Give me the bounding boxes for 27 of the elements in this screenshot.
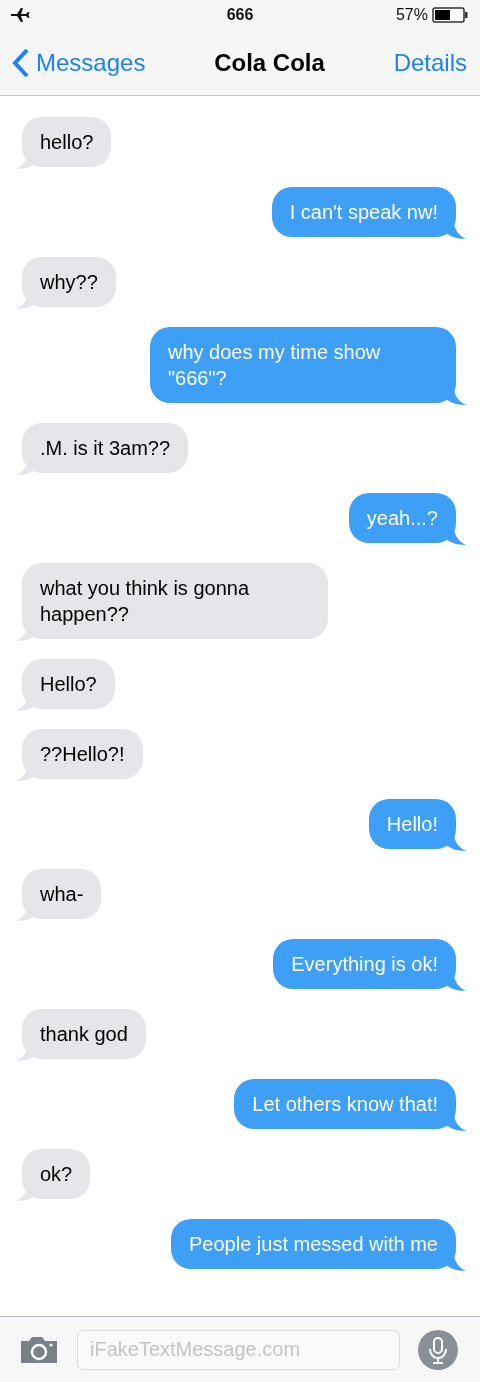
message-bubble: Everything is ok! (273, 939, 456, 989)
message-bubble: thank god (22, 1009, 146, 1059)
message-bubble: Hello! (368, 799, 456, 849)
message-bubble: what you think is gonna happen?? (22, 563, 328, 639)
message-bubble: ok? (22, 1149, 91, 1199)
camera-icon[interactable] (19, 1334, 59, 1365)
message-bubble: wha- (22, 869, 102, 919)
back-link[interactable]: Messages (12, 47, 146, 78)
back-label[interactable]: Messages (36, 48, 146, 77)
message-bubble: why does my time show "666"? (150, 327, 456, 403)
airplane-icon (10, 7, 30, 23)
details-link[interactable]: Details (393, 48, 467, 77)
message-bubble: People just messed with me (171, 1219, 456, 1269)
status-time: 666 (225, 6, 255, 24)
message-bubble: yeah...? (348, 493, 456, 543)
message-bubble: ??Hello?! (22, 729, 143, 779)
conversation-title: Cola Cola (214, 48, 325, 77)
message-bubble: Hello? (22, 659, 115, 709)
message-bubble: hello? (22, 117, 112, 167)
message-bubble: I can't speak nw! (271, 187, 456, 237)
chevron-left-icon (12, 47, 30, 78)
microphone-icon[interactable] (418, 1329, 458, 1370)
message-bubble: .M. is it 3am?? (22, 423, 189, 473)
battery-percent: 57% (395, 6, 428, 24)
message-bubble: why?? (22, 257, 116, 307)
message-bubble: Let others know that! (234, 1079, 456, 1129)
battery-icon (432, 7, 468, 23)
